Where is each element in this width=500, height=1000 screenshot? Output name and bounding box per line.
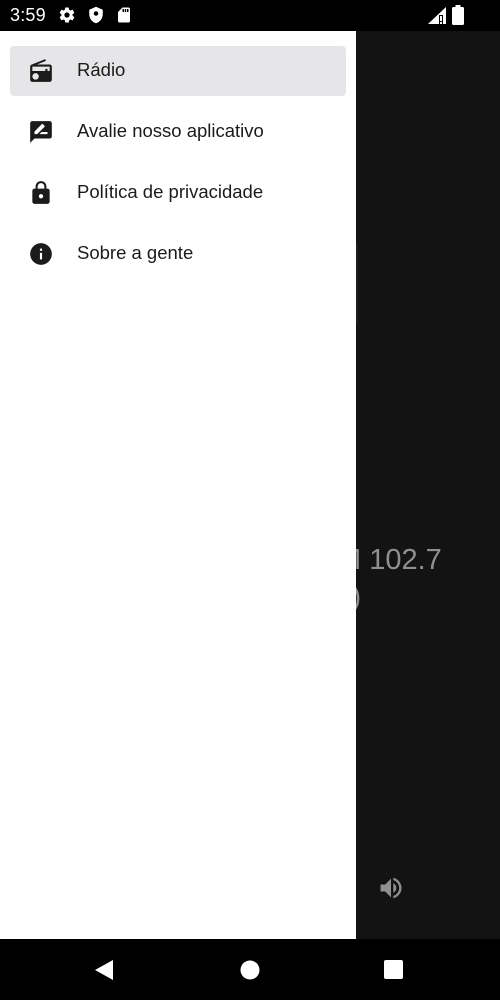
drawer-item-radio[interactable]: Rádio (10, 46, 346, 96)
lock-icon (28, 180, 54, 206)
drawer-item-about-us[interactable]: Sobre a gente (10, 229, 346, 279)
radio-icon (28, 58, 54, 84)
sd-card-icon (115, 6, 133, 29)
recents-icon[interactable] (384, 960, 403, 984)
back-icon[interactable] (94, 959, 114, 986)
drawer-item-label: Política de privacidade (77, 181, 264, 202)
status-time: 3:59 (10, 5, 46, 25)
drawer-item-rate-app[interactable]: Avalie nosso aplicativo (10, 107, 346, 157)
shield-icon (87, 6, 105, 29)
rate-review-icon (28, 119, 54, 145)
signal-icon (428, 7, 446, 29)
drawer-item-label: Rádio (77, 59, 126, 80)
status-bar: 3:59 (0, 0, 500, 31)
home-icon[interactable] (240, 960, 260, 985)
system-navigation-bar (0, 939, 500, 1000)
gear-icon (58, 6, 76, 29)
drawer-item-privacy-policy[interactable]: Política de privacidade (10, 168, 346, 218)
drawer-item-label: Sobre a gente (77, 242, 194, 263)
volume-icon[interactable] (377, 874, 405, 907)
battery-icon (452, 5, 464, 30)
info-icon (28, 241, 54, 267)
navigation-drawer: Rádio Avalie nosso aplicativo Política d… (0, 31, 356, 939)
drawer-item-label: Avalie nosso aplicativo (77, 120, 264, 141)
